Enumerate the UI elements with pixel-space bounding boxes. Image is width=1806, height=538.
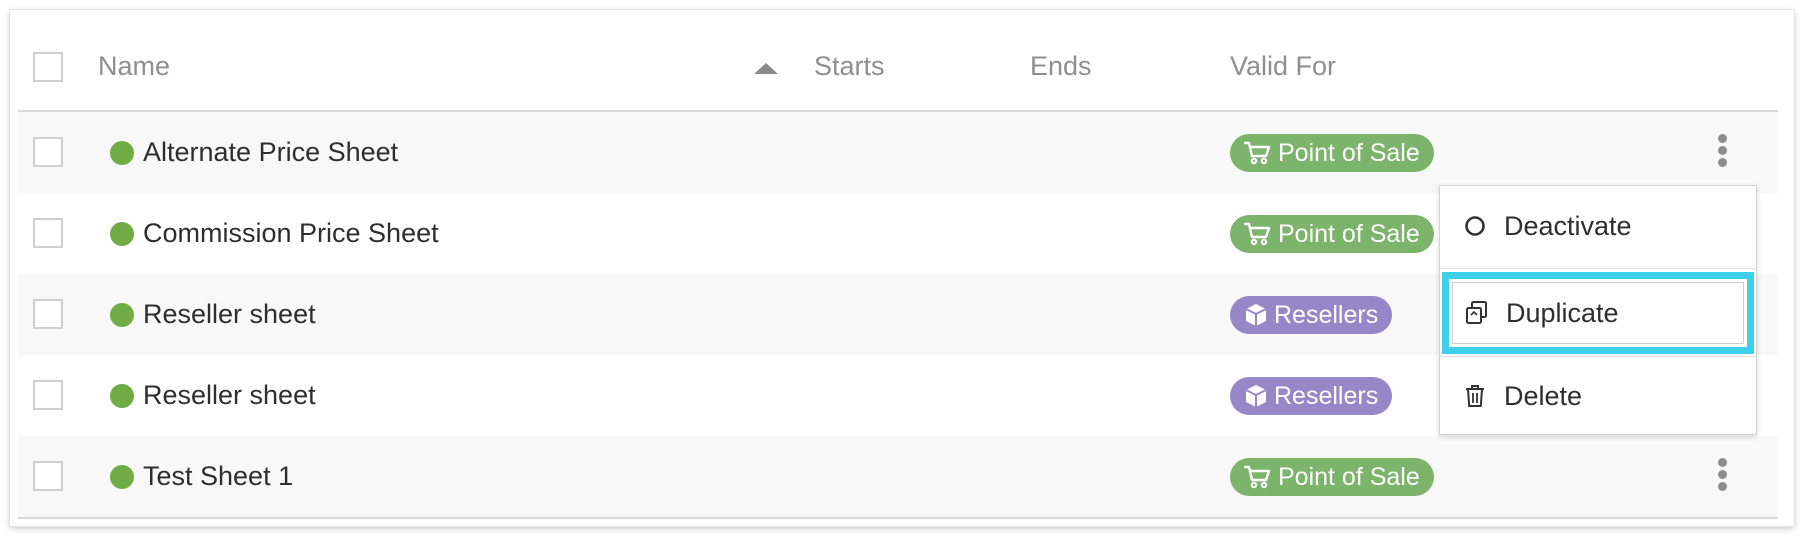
table-header: Name Starts Ends Valid For [18,18,1778,112]
row-name[interactable]: Test Sheet 1 [143,461,293,492]
delete-menu-item[interactable]: Delete [1440,358,1756,434]
table-row[interactable]: Test Sheet 1 Point of Sale [18,436,1778,517]
deactivate-label: Deactivate [1504,210,1632,241]
status-active-indicator [110,384,134,408]
circle-outline-icon [1462,213,1488,239]
delete-label: Delete [1504,380,1583,411]
row-name[interactable]: Reseller sheet [143,380,316,411]
valid-for-label: Resellers [1274,381,1379,410]
column-header-starts[interactable]: Starts [814,51,885,82]
status-active-indicator [110,222,134,246]
row-checkbox[interactable] [33,137,63,167]
row-checkbox[interactable] [33,461,63,491]
column-header-name[interactable]: Name [98,51,170,82]
valid-for-badge: Resellers [1230,296,1393,334]
valid-for-badge: Point of Sale [1230,215,1434,253]
row-checkbox[interactable] [33,218,63,248]
status-active-indicator [110,303,134,327]
sort-ascending-icon[interactable] [754,63,778,74]
status-active-indicator [110,465,134,489]
duplicate-menu-item[interactable]: Duplicate [1440,272,1756,354]
row-name[interactable]: Alternate Price Sheet [143,137,398,168]
row-checkbox[interactable] [33,299,63,329]
valid-for-label: Resellers [1274,300,1379,329]
menu-divider [1440,356,1756,357]
valid-for-label: Point of Sale [1278,462,1420,491]
status-active-indicator [110,141,134,165]
shopping-cart-icon [1244,222,1271,246]
shopping-cart-icon [1244,141,1271,165]
menu-divider [1440,268,1756,269]
column-header-valid-for[interactable]: Valid For [1230,51,1336,82]
box-icon [1245,385,1267,407]
valid-for-label: Point of Sale [1278,138,1420,167]
row-actions-dropdown: Deactivate Duplicate Delete [1439,185,1757,435]
valid-for-badge: Point of Sale [1230,134,1434,172]
row-name[interactable]: Reseller sheet [143,299,316,330]
shopping-cart-icon [1244,465,1271,489]
valid-for-badge: Resellers [1230,377,1393,415]
duplicate-icon [1464,300,1490,326]
duplicate-label: Duplicate [1506,297,1619,328]
box-icon [1245,304,1267,326]
row-actions-menu-icon[interactable] [1712,132,1732,172]
row-actions-menu-icon[interactable] [1712,456,1732,496]
column-header-ends[interactable]: Ends [1030,51,1092,82]
deactivate-menu-item[interactable]: Deactivate [1440,186,1756,266]
row-name[interactable]: Commission Price Sheet [143,218,439,249]
valid-for-badge: Point of Sale [1230,458,1434,496]
valid-for-label: Point of Sale [1278,219,1420,248]
row-checkbox[interactable] [33,380,63,410]
select-all-checkbox[interactable] [33,52,63,82]
price-sheets-panel: Name Starts Ends Valid For Alternate Pri… [10,10,1794,526]
table-bottom-divider [18,517,1778,519]
table-row[interactable]: Alternate Price Sheet Point of Sale [18,112,1778,193]
trash-icon [1462,383,1488,409]
